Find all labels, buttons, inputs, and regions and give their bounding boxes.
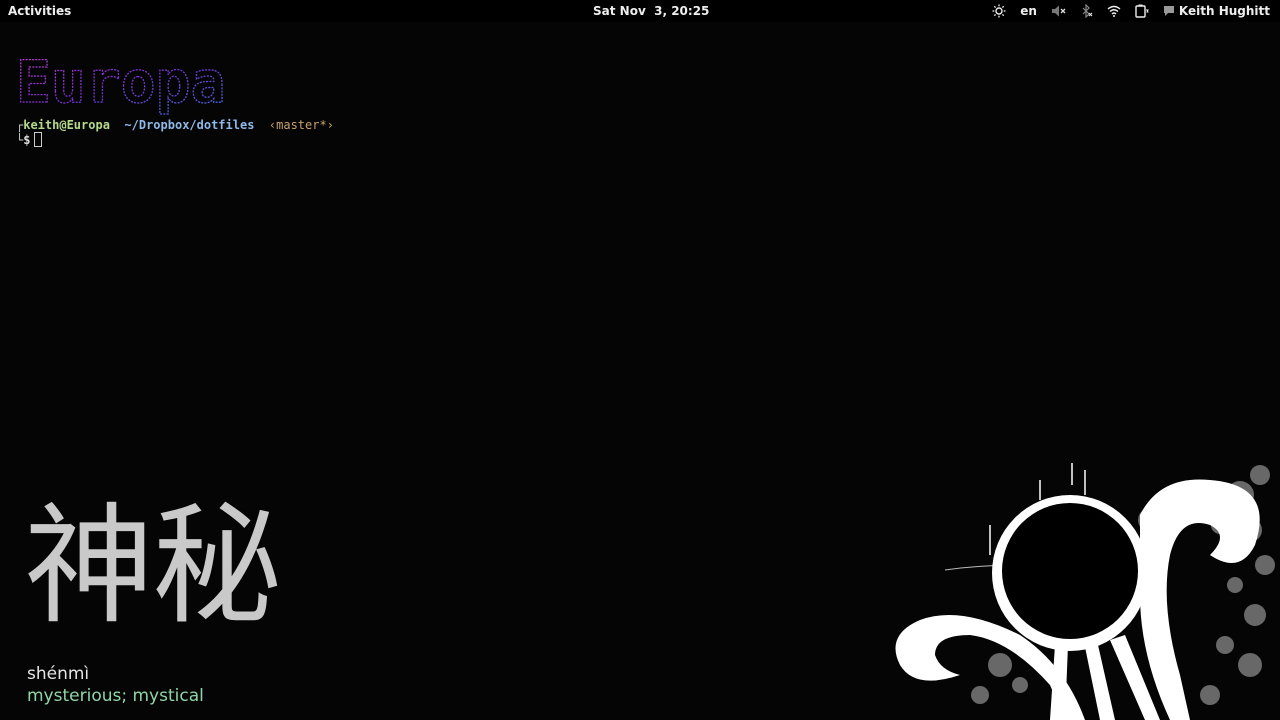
activities-button[interactable]: Activities	[8, 4, 71, 18]
chat-bubble-icon	[1163, 6, 1174, 16]
battery-charging-icon[interactable]	[1135, 2, 1149, 20]
system-tray[interactable]: en Keith Hughitt	[978, 2, 1270, 20]
wallpaper-pinyin: shénmì	[27, 664, 90, 684]
speaker-muted-icon[interactable]	[1051, 2, 1067, 20]
bluetooth-off-icon[interactable]	[1081, 2, 1093, 20]
prompt-user-host: keith@Europa	[23, 118, 110, 132]
wallpaper-meaning: mysterious; mystical	[27, 686, 204, 706]
user-name: Keith Hughitt	[1178, 4, 1270, 18]
sun-icon[interactable]	[992, 2, 1006, 20]
prompt-line: ┌keith@Europa ~/Dropbox/dotfiles ‹master…	[16, 118, 334, 132]
wallpaper-hanzi: 神秘	[24, 490, 282, 642]
banner-text: Europa	[16, 48, 226, 116]
wallpaper-ornament	[895, 463, 1275, 720]
text-cursor	[34, 132, 43, 147]
user-menu[interactable]: Keith Hughitt	[1163, 2, 1270, 20]
prompt-symbol: $	[23, 132, 31, 147]
language-indicator[interactable]: en	[1020, 2, 1037, 20]
clock[interactable]: Sat Nov 3, 20:25	[593, 4, 709, 18]
wifi-icon[interactable]	[1107, 2, 1121, 20]
terminal-window[interactable]: Europa ┌keith@Europa ~/Dropbox/dotfiles …	[0, 22, 1280, 452]
prompt-path: ~/Dropbox/dotfiles	[124, 118, 255, 132]
prompt-input-line[interactable]: └ $	[16, 132, 43, 147]
prompt-git-branch: ‹master*›	[268, 118, 334, 132]
top-panel: Activities Sat Nov 3, 20:25 en Keith Hug…	[0, 0, 1280, 22]
